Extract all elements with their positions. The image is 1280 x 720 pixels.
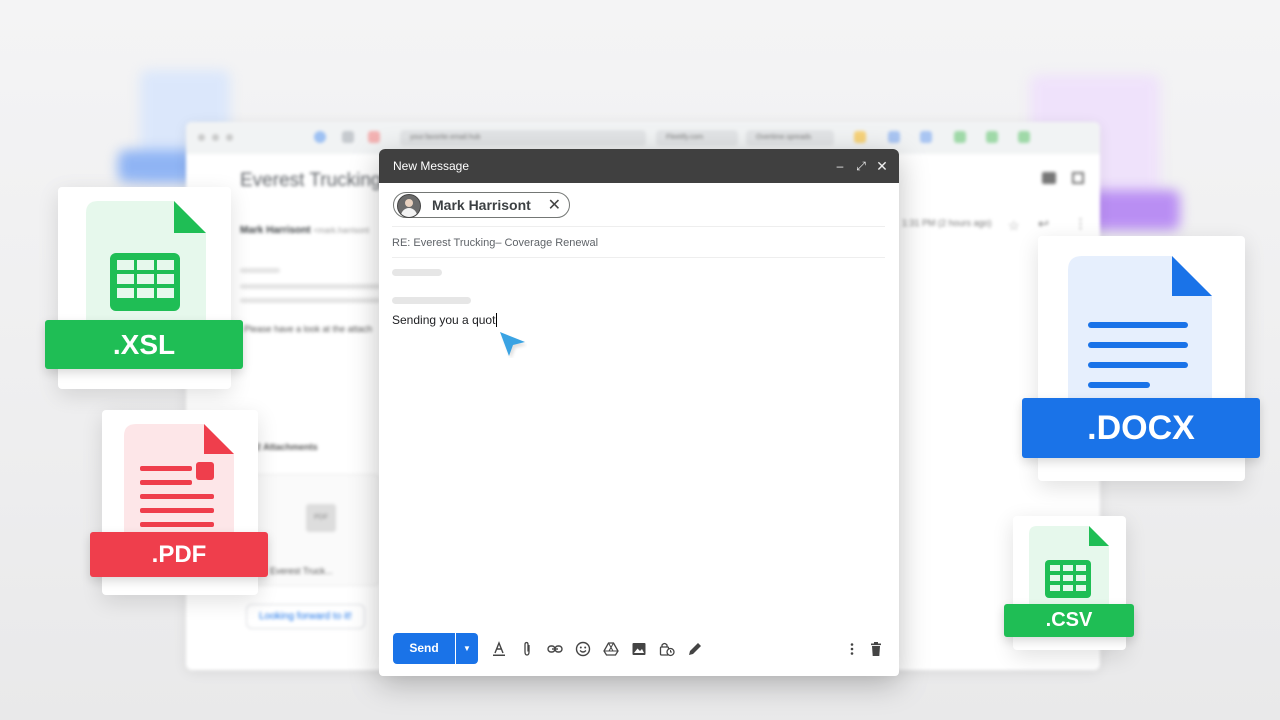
remove-recipient-icon[interactable]: ✕ — [548, 193, 561, 218]
browser-tab[interactable]: Fleetify.com — [656, 130, 738, 146]
recipient-name: Mark Harrisont — [432, 197, 531, 213]
more-icon[interactable]: ⋮ — [1074, 216, 1087, 232]
star-icon[interactable]: ☆ — [1008, 218, 1020, 234]
recipient-chip[interactable]: Mark Harrisont ✕ — [393, 192, 570, 218]
send-button[interactable]: Send — [393, 633, 455, 664]
address-tab[interactable]: your.favorite.email.hub — [400, 130, 646, 146]
placeholder-line — [240, 268, 280, 273]
attach-icon[interactable] — [519, 641, 535, 657]
window-dot — [198, 134, 205, 141]
pen-icon[interactable] — [687, 641, 703, 657]
message-body[interactable]: Sending you a quot — [392, 313, 498, 327]
extension-icon — [342, 131, 354, 143]
extension-icon — [368, 131, 380, 143]
xsl-label: .XSL — [45, 320, 243, 369]
link-icon[interactable] — [547, 641, 563, 657]
email-subject: Everest Trucking - — [240, 170, 394, 191]
text-cursor — [496, 313, 498, 327]
placeholder-line — [240, 284, 380, 289]
print-icon[interactable] — [1042, 172, 1056, 184]
subject-field[interactable]: RE: Everest Trucking– Coverage Renewal — [392, 229, 885, 258]
document-file-icon — [1068, 256, 1212, 406]
pdf-thumb: PDF — [306, 504, 336, 532]
emoji-icon[interactable] — [575, 641, 591, 657]
bookmark-icon — [888, 131, 900, 143]
sender-email: <mark.harrisont — [313, 226, 370, 235]
bookmark-icon — [954, 131, 966, 143]
compose-window: New Message – ⤢ ✕ Mark Harrisont ✕ RE: E… — [379, 149, 899, 676]
recipients-field[interactable]: Mark Harrisont ✕ — [392, 192, 885, 227]
csv-label: .CSV — [1004, 604, 1134, 637]
email-sender: Mark Harrisont <mark.harrisont — [240, 225, 369, 236]
open-new-window-icon[interactable] — [1072, 172, 1084, 184]
email-snippet: Please have a look at the attach — [244, 324, 373, 334]
drive-icon[interactable] — [603, 641, 619, 657]
smart-reply-chip[interactable]: Looking forward to it! — [246, 604, 365, 629]
send-options-icon[interactable]: ▼ — [456, 633, 478, 664]
pdf-label: .PDF — [90, 532, 268, 577]
attachment-name: Everest Truck... — [270, 566, 333, 576]
reply-icon[interactable]: ↩ — [1038, 216, 1049, 232]
attachments-label: 2 Attachments — [256, 442, 318, 452]
image-icon[interactable] — [631, 641, 647, 657]
email-time: 1:31 PM (2 hours ago) — [902, 218, 992, 228]
bookmark-icon — [986, 131, 998, 143]
message-body-text: Sending you a quot — [392, 313, 496, 327]
quoted-text-placeholder — [392, 269, 442, 276]
trash-icon[interactable] — [868, 641, 884, 657]
bookmark-icon — [1018, 131, 1030, 143]
compose-header: New Message – ⤢ ✕ — [379, 149, 899, 183]
placeholder-line — [240, 298, 380, 303]
quoted-text-placeholder — [392, 297, 471, 304]
window-dot — [212, 134, 219, 141]
window-dot — [226, 134, 233, 141]
close-icon[interactable]: ✕ — [875, 159, 889, 173]
docx-label: .DOCX — [1022, 398, 1260, 458]
csv-file-icon — [1029, 526, 1109, 614]
format-text-icon[interactable] — [491, 641, 507, 657]
sender-name: Mark Harrisont — [240, 225, 311, 236]
more-vert-icon[interactable] — [844, 641, 860, 657]
expand-icon[interactable]: ⤢ — [854, 159, 868, 173]
avatar — [397, 194, 421, 218]
chrome-icon — [314, 131, 326, 143]
compose-toolbar: Send ▼ — [392, 633, 885, 665]
compose-title: New Message — [393, 159, 470, 173]
bookmark-icon — [854, 131, 866, 143]
browser-tab[interactable]: Overtime.spreads — [746, 130, 834, 146]
pointer-cursor-icon — [500, 332, 527, 358]
bookmark-icon — [920, 131, 932, 143]
lock-clock-icon[interactable] — [659, 641, 675, 657]
minimize-icon[interactable]: – — [833, 159, 847, 173]
